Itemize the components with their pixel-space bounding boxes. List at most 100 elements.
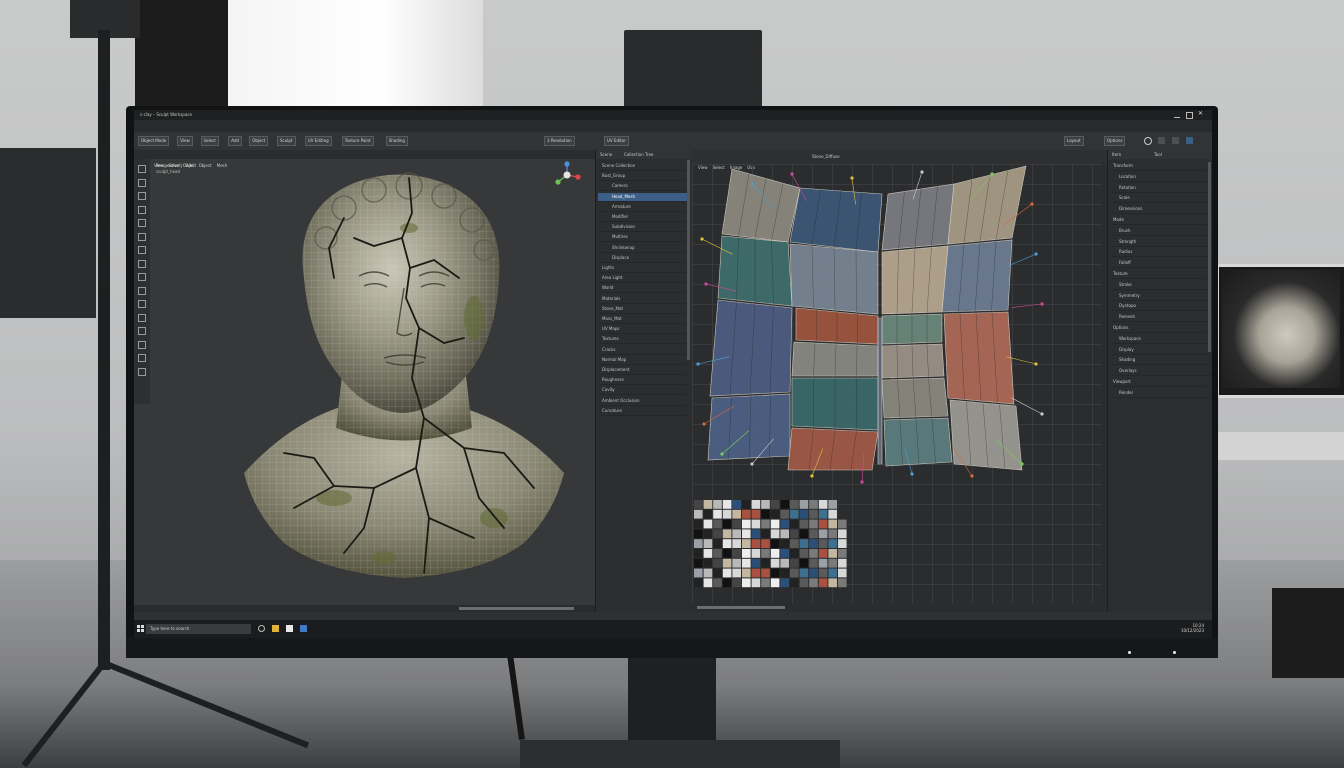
render-icon[interactable] [1158,137,1165,144]
texture-thumbnail[interactable] [722,529,732,539]
layout-button[interactable]: Layout [1064,136,1084,146]
texture-thumbnail[interactable] [770,549,780,558]
toolbar-button-texture-paint[interactable]: Texture Paint [341,136,374,146]
texture-thumbnail[interactable] [713,509,722,519]
texture-thumbnail[interactable] [722,509,732,519]
property-row[interactable]: Transform [1111,162,1207,171]
toolbar-button-object-mode[interactable]: Object Mode [138,136,170,146]
texture-thumbnail[interactable] [818,509,828,519]
uv-island[interactable] [947,165,1027,245]
outliner-item[interactable]: Displacement [598,366,687,375]
property-row[interactable]: Dyntopo [1111,302,1212,312]
uv-island[interactable] [883,417,953,467]
uv-pin[interactable] [990,172,994,176]
cursor-icon[interactable] [138,367,146,376]
smooth-icon[interactable] [138,259,146,268]
app-icon-active[interactable] [300,625,307,632]
texture-thumbnail[interactable] [818,568,828,578]
tab-scene[interactable]: Scene [600,152,612,157]
system-clock[interactable]: 10:24 10/12/2023 [1181,623,1204,633]
texture-thumbnail[interactable] [742,529,751,539]
texture-thumbnail[interactable] [703,500,713,509]
texture-thumbnail[interactable] [742,539,751,548]
texture-thumbnail[interactable] [694,568,703,578]
property-row[interactable]: Texture [1111,270,1207,279]
uv-pin[interactable] [696,362,700,366]
texture-thumbnail[interactable] [732,549,741,558]
texture-thumbnail[interactable] [799,568,809,578]
uv-pin[interactable] [1034,252,1038,256]
texture-thumbnail[interactable] [809,500,818,509]
texture-thumbnail[interactable] [713,568,722,578]
grab-icon[interactable] [138,273,146,281]
texture-thumbnail[interactable] [799,558,809,568]
texture-thumbnail[interactable] [703,529,713,539]
options-button[interactable]: Options [1104,136,1126,146]
uv-editor-selector[interactable]: UV Editor [604,136,629,146]
texture-thumbnail[interactable] [722,500,732,509]
uv-island[interactable] [881,245,949,315]
texture-thumbnail[interactable] [713,529,722,539]
property-row[interactable]: Viewport [1111,378,1207,387]
texture-thumbnail[interactable] [770,568,780,578]
outliner-item[interactable]: World [598,284,687,294]
property-row[interactable]: Rotation [1111,184,1212,193]
texture-thumbnail[interactable] [838,549,847,558]
outliner-item[interactable]: Scene Collection [598,162,687,171]
texture-thumbnail[interactable] [809,539,818,548]
toolbar-button-select[interactable]: Select [200,136,219,146]
texture-thumbnail[interactable] [722,519,732,529]
texture-thumbnail[interactable] [790,539,799,548]
maximize-icon[interactable] [1186,112,1193,119]
outliner-item[interactable]: Curvature [598,407,687,416]
texture-thumbnail[interactable] [828,539,837,548]
texture-thumbnail[interactable] [761,519,770,529]
texture-thumbnail[interactable] [790,519,799,529]
outliner-item[interactable]: Cracks [598,346,687,355]
camera-icon[interactable] [1172,137,1179,144]
texture-thumbnail[interactable] [761,568,770,578]
property-row[interactable]: Overlays [1111,367,1212,377]
property-row[interactable]: Radius [1111,248,1212,258]
texture-thumbnail[interactable] [770,558,780,568]
texture-thumbnail[interactable] [780,539,789,548]
uv-pin[interactable] [704,282,708,286]
texture-thumbnail[interactable] [732,509,741,519]
property-row[interactable]: Dimensions [1111,205,1212,215]
uv-island[interactable] [709,299,793,397]
texture-thumbnail[interactable] [751,558,761,568]
viewport-scrollbar[interactable] [459,607,574,610]
outliner-item[interactable]: Stone_Mat [598,305,687,314]
texture-atlas-grid[interactable] [694,500,852,590]
texture-thumbnail[interactable] [790,558,799,568]
property-row[interactable]: Scale [1111,194,1212,204]
texture-thumbnail[interactable] [838,519,847,529]
property-row[interactable]: Workspace [1111,335,1212,344]
uv-scrollbar[interactable] [697,606,785,609]
texture-thumbnail[interactable] [732,539,741,548]
texture-thumbnail[interactable] [761,549,770,558]
uv-pin[interactable] [850,176,854,180]
app-icon[interactable] [286,625,293,632]
texture-thumbnail[interactable] [828,578,837,588]
texture-thumbnail[interactable] [818,539,828,548]
texture-thumbnail[interactable] [742,549,751,558]
property-row[interactable]: Location [1111,173,1212,182]
outliner-item[interactable]: Lights [598,264,687,273]
texture-thumbnail[interactable] [780,558,789,568]
outliner-item[interactable]: Ambient Occlusion [598,397,687,406]
property-row[interactable]: Options [1111,324,1207,333]
texture-thumbnail[interactable] [732,519,741,529]
tab-item[interactable]: Item [1112,152,1121,157]
texture-thumbnail[interactable] [809,519,818,529]
texture-thumbnail[interactable] [828,568,837,578]
texture-thumbnail[interactable] [770,529,780,539]
mask-icon[interactable] [138,313,146,322]
texture-thumbnail[interactable] [703,549,713,558]
draw-icon[interactable] [138,232,146,241]
texture-thumbnail[interactable] [742,568,751,578]
viewport-menu-object[interactable]: Object [199,163,212,168]
uv-pin[interactable] [790,172,794,176]
uv-pin[interactable] [910,472,914,476]
uv-island[interactable] [787,427,879,471]
